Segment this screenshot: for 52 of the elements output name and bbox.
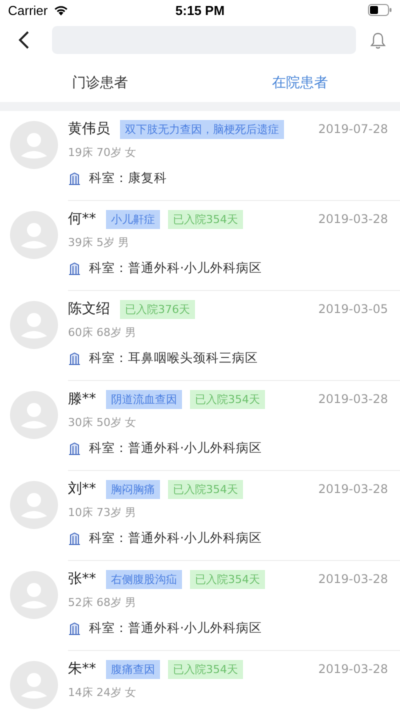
department-label: 科室：普通外科·小儿外科病区 xyxy=(89,530,262,547)
patient-name: 滕** xyxy=(68,390,96,408)
admission-date: 2019-03-28 xyxy=(318,212,388,226)
diagnosis-tag: 右侧腹股沟疝 xyxy=(106,570,182,588)
stay-tag: 已入院354天 xyxy=(190,390,265,408)
patient-name: 何** xyxy=(68,210,96,228)
building-icon xyxy=(68,352,81,365)
stay-tag: 已入院354天 xyxy=(190,570,265,588)
stay-tag: 已入院354天 xyxy=(168,210,243,228)
diagnosis-tag: 胸闷胸痛 xyxy=(106,480,160,498)
patient-name: 张** xyxy=(68,570,96,588)
building-icon xyxy=(68,172,81,185)
department-label: 科室：普通外科·小儿外科病区 xyxy=(89,260,262,277)
department-label: 科室：康复科 xyxy=(89,170,167,187)
building-icon xyxy=(68,262,81,275)
admission-date: 2019-03-28 xyxy=(318,572,388,586)
admission-date: 2019-03-28 xyxy=(318,392,388,406)
bell-icon[interactable] xyxy=(370,32,386,48)
patient-name: 刘** xyxy=(68,480,96,498)
patient-info: 52床 68岁 男 xyxy=(68,595,137,610)
carrier-label: Carrier xyxy=(8,2,48,18)
diagnosis-tag: 阴道流血查因 xyxy=(106,390,182,408)
stay-tag: 已入院376天 xyxy=(120,300,195,318)
clock-time: 5:15 PM xyxy=(175,2,225,18)
department-label: 科室：普通外科·小儿外科病区 xyxy=(89,440,262,457)
department-label: 科室：耳鼻咽喉头颈科三病区 xyxy=(89,350,258,367)
admission-date: 2019-03-28 xyxy=(318,482,388,496)
department-label: 科室：普通外科·小儿外科病区 xyxy=(89,620,262,637)
stay-tag: 已入院354天 xyxy=(168,480,243,498)
building-icon xyxy=(68,442,81,455)
patient-info: 39床 5岁 男 xyxy=(68,235,130,250)
stay-tag: 已入院354天 xyxy=(168,660,243,678)
admission-date: 2019-03-05 xyxy=(318,302,388,316)
patient-name: 朱** xyxy=(68,660,96,678)
admission-date: 2019-07-28 xyxy=(318,122,388,136)
patient-info: 14床 24岁 女 xyxy=(68,685,137,700)
patient-name: 陈文绍 xyxy=(68,300,110,318)
patient-info: 60床 68岁 男 xyxy=(68,325,137,340)
patient-info: 10床 73岁 男 xyxy=(68,505,137,520)
patient-name: 黄伟员 xyxy=(68,120,110,138)
diagnosis-tag: 双下肢无力查因，脑梗死后遗症 xyxy=(120,120,284,138)
wifi-icon xyxy=(52,4,69,16)
diagnosis-tag: 小儿鼾症 xyxy=(106,210,160,228)
diagnosis-tag: 腹痛查因 xyxy=(106,660,160,678)
patient-info: 30床 50岁 女 xyxy=(68,415,137,430)
battery-icon xyxy=(368,4,392,16)
back-icon[interactable] xyxy=(18,31,30,49)
tab[interactable]: 门诊患者 xyxy=(0,64,200,102)
building-icon xyxy=(68,622,81,635)
patient-info: 19床 70岁 女 xyxy=(68,145,137,160)
building-icon xyxy=(68,532,81,545)
admission-date: 2019-03-28 xyxy=(318,662,388,676)
